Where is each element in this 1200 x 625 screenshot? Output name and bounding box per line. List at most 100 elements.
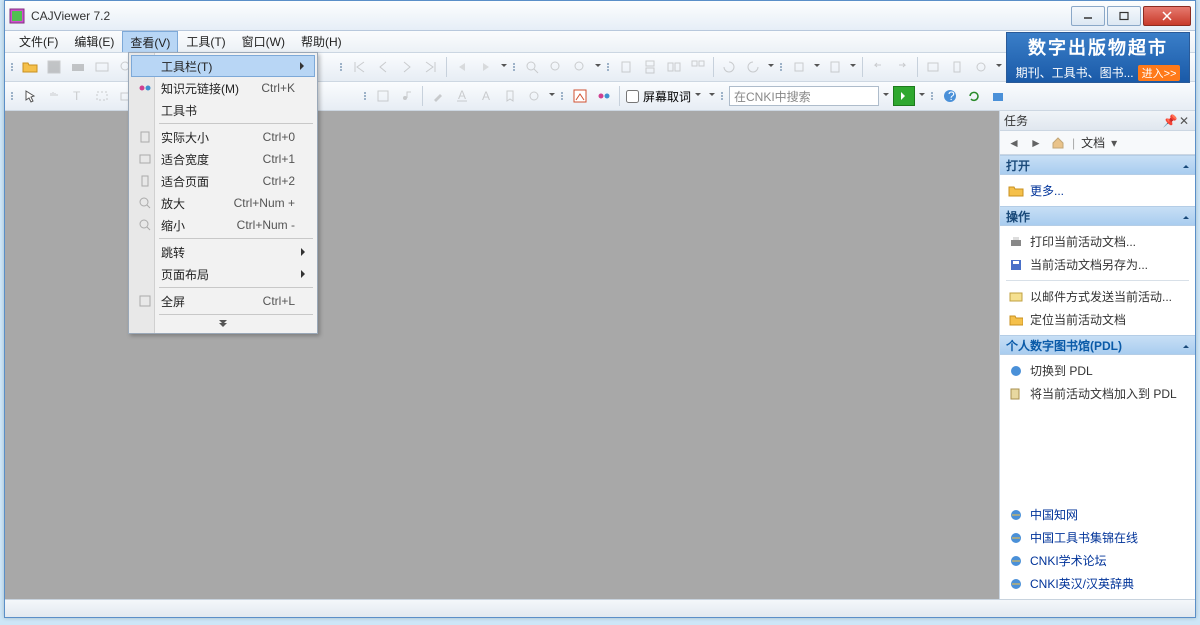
save-as-item[interactable]: 当前活动文档另存为... [1006,253,1189,276]
grip[interactable] [9,56,15,78]
menu-edit[interactable]: 编辑(E) [66,31,122,52]
screen-lookup-toggle[interactable]: 屏幕取词 [624,85,705,107]
section-pdl-header[interactable]: 个人数字图书馆(PDL) [1000,335,1195,355]
maximize-button[interactable] [1107,6,1141,26]
search-input[interactable]: 在CNKI中搜索 [729,86,879,106]
help-button[interactable]: ? [939,85,961,107]
image-select-button[interactable] [91,85,113,107]
banner-ad[interactable]: 数字出版物超市 期刊、工具书、图书... 进入>> [1006,32,1190,83]
link-cnki[interactable]: 中国知网 [1006,503,1189,526]
redo-button[interactable] [891,56,913,78]
audio-note-button[interactable] [396,85,418,107]
forward-icon[interactable]: ► [1028,135,1044,151]
rotate-ccw-button[interactable] [742,56,764,78]
hand-button[interactable] [43,85,65,107]
menu-knowledge-link[interactable]: 知识元链接(M)Ctrl+K [131,77,315,99]
menu-expand-chevron[interactable] [131,317,315,331]
menu-help[interactable]: 帮助(H) [293,31,350,52]
grip[interactable] [338,56,344,78]
note-button[interactable] [372,85,394,107]
rotate-drop[interactable] [766,56,776,78]
save-button[interactable] [43,56,65,78]
menu-fullscreen[interactable]: 全屏Ctrl+L [131,290,315,312]
nav-drop[interactable] [499,56,509,78]
menu-tools[interactable]: 工具(T) [178,31,233,52]
layout-facing-button[interactable] [663,56,685,78]
menu-reference-book[interactable]: 工具书 [131,99,315,121]
zoom-in-button[interactable] [521,56,543,78]
underline-button[interactable]: A [451,85,473,107]
link-dict[interactable]: CNKI英汉/汉英辞典 [1006,572,1189,595]
ocr-button[interactable] [569,85,591,107]
open-button[interactable] [19,56,41,78]
menu-page-layout[interactable]: 页面布局 [131,263,315,285]
search-drop[interactable] [881,85,891,107]
bookmark-button[interactable] [499,85,521,107]
next-page-button[interactable] [396,56,418,78]
stamp-button[interactable] [523,85,545,107]
menu-goto[interactable]: 跳转 [131,241,315,263]
copy-button[interactable] [788,56,810,78]
fit-width-button[interactable] [922,56,944,78]
send-mail-item[interactable]: 以邮件方式发送当前活动... [1006,285,1189,308]
ie-icon [1008,530,1024,546]
menu-fit-width[interactable]: 适合宽度Ctrl+1 [131,148,315,170]
mail-button[interactable] [91,56,113,78]
menu-actual-size[interactable]: 实际大小Ctrl+0 [131,126,315,148]
actual-size-button[interactable] [970,56,992,78]
home-icon[interactable] [1050,135,1066,151]
link-forum[interactable]: CNKI学术论坛 [1006,549,1189,572]
doc-tab-label[interactable]: 文档 [1081,134,1105,151]
highlight-button[interactable] [427,85,449,107]
section-ops-header[interactable]: 操作 [1000,206,1195,226]
screen-lookup-checkbox[interactable] [626,90,639,103]
search-go-button[interactable] [893,86,915,106]
menu-fit-page[interactable]: 适合页面Ctrl+2 [131,170,315,192]
knowledge-link-icon [137,80,153,96]
open-more-link[interactable]: 更多... [1006,179,1189,202]
first-page-button[interactable] [348,56,370,78]
menu-file[interactable]: 文件(F) [11,31,66,52]
menu-zoom-in[interactable]: 放大Ctrl+Num + [131,192,315,214]
paste-button[interactable] [824,56,846,78]
print-doc-item[interactable]: 打印当前活动文档... [1006,230,1189,253]
back-icon[interactable]: ◄ [1006,135,1022,151]
menu-toolbars[interactable]: 工具栏(T) [131,55,315,77]
fit-page-button[interactable] [946,56,968,78]
menu-zoom-out[interactable]: 缩小Ctrl+Num - [131,214,315,236]
close-button[interactable] [1143,6,1191,26]
last-page-button[interactable] [420,56,442,78]
layout-single-button[interactable] [615,56,637,78]
link-tools[interactable]: 中国工具书集锦在线 [1006,526,1189,549]
strikeout-button[interactable]: A [475,85,497,107]
zoom-drop[interactable] [593,56,603,78]
home-button[interactable] [987,85,1009,107]
zoom-in-icon [137,195,153,211]
zoom-actual-button[interactable] [569,56,591,78]
layout-cont-button[interactable] [639,56,661,78]
text-select-button[interactable]: T [67,85,89,107]
print-button[interactable] [67,56,89,78]
back-button[interactable] [451,56,473,78]
dict-button[interactable] [593,85,615,107]
forward-button[interactable] [475,56,497,78]
undo-button[interactable] [867,56,889,78]
menu-window[interactable]: 窗口(W) [234,31,293,52]
prev-page-button[interactable] [372,56,394,78]
locate-doc-item[interactable]: 定位当前活动文档 [1006,308,1189,331]
rotate-cw-button[interactable] [718,56,740,78]
banner-enter-button[interactable]: 进入>> [1138,65,1181,81]
minimize-button[interactable] [1071,6,1105,26]
menu-view[interactable]: 查看(V) [122,31,178,52]
refresh-button[interactable] [963,85,985,107]
fullscreen-icon [137,293,153,309]
pin-icon[interactable]: 📌 [1163,114,1177,128]
section-open-header[interactable]: 打开 [1000,155,1195,175]
layout-cont-facing-button[interactable] [687,56,709,78]
pointer-button[interactable] [19,85,41,107]
close-pane-button[interactable]: ✕ [1177,114,1191,128]
zoom-out-button[interactable] [545,56,567,78]
app-icon [9,8,25,24]
add-to-pdl-item[interactable]: 将当前活动文档加入到 PDL [1006,382,1189,405]
switch-pdl-item[interactable]: 切换到 PDL [1006,359,1189,382]
